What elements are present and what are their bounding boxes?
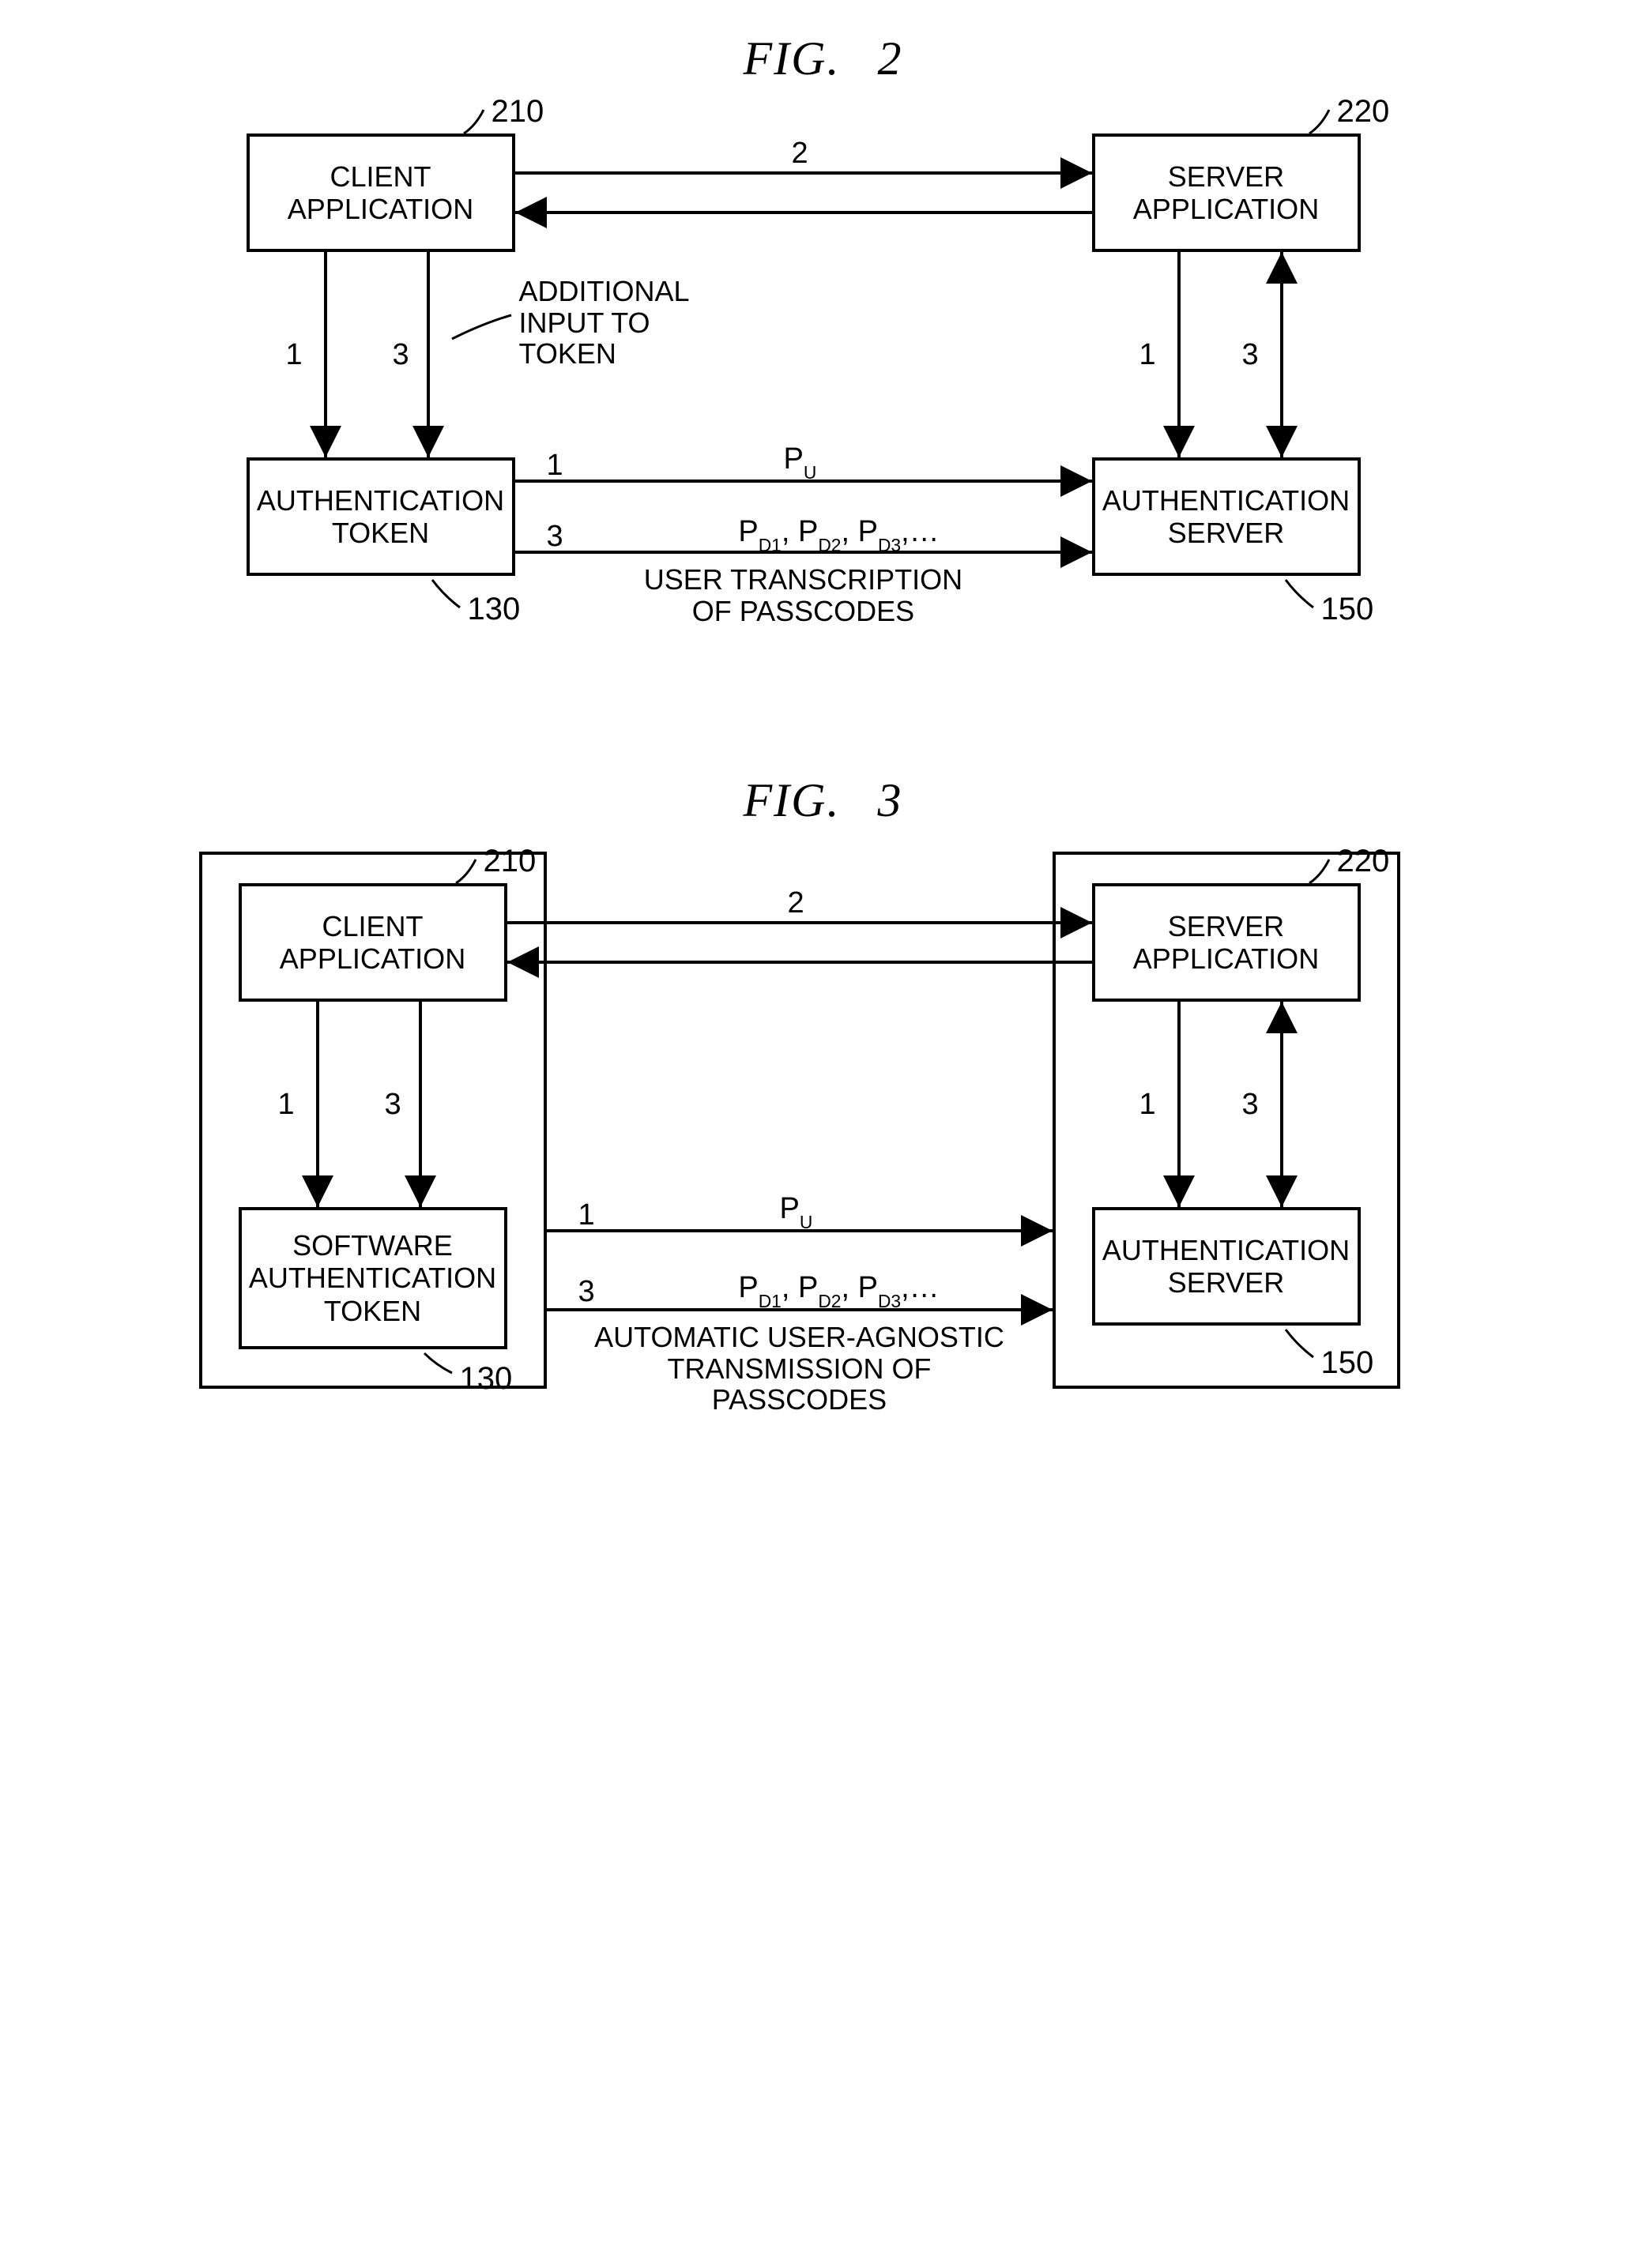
arrow-num-m1: 1	[578, 1199, 595, 1232]
arrow-num-l3: 3	[393, 339, 409, 372]
arrow-num-m1: 1	[547, 449, 563, 483]
arrow-num-m3: 3	[547, 521, 563, 554]
arrow-num-r3: 3	[1242, 1089, 1259, 1122]
pd-list-label: PD1, PD2, PD3,…	[681, 1272, 997, 1308]
figure-3-title: FIG. 3	[191, 773, 1456, 828]
pu-label: PU	[780, 1193, 813, 1229]
arrow-num-l3: 3	[385, 1089, 401, 1122]
pd-list-label: PD1, PD2, PD3,…	[681, 516, 997, 552]
figure-2-title: FIG. 2	[191, 32, 1456, 86]
additional-input-label: ADDITIONALINPUT TOTOKEN	[519, 276, 690, 370]
figure-3: FIG. 3 CLIENTAPPLICATION SERVERAPPLICATI…	[191, 773, 1456, 1428]
arrow-num-m3: 3	[578, 1276, 595, 1309]
arrow-num-r3: 3	[1242, 339, 1259, 372]
figure-3-diagram: CLIENTAPPLICATION SERVERAPPLICATION SOFT…	[191, 859, 1456, 1428]
figure-2: FIG. 2 CLIENTAPPLICATION SERVERAPPLICATI…	[191, 32, 1456, 655]
bottom-caption: AUTOMATIC USER-AGNOSTICTRANSMISSION OF P…	[578, 1322, 1021, 1416]
arrow-num-top: 2	[792, 137, 808, 171]
bottom-caption: USER TRANSCRIPTIONOF PASSCODES	[630, 564, 977, 626]
arrow-num-l1: 1	[278, 1089, 295, 1122]
figure-2-diagram: CLIENTAPPLICATION SERVERAPPLICATION AUTH…	[191, 118, 1456, 655]
arrow-num-r1: 1	[1139, 1089, 1156, 1122]
arrow-num-r1: 1	[1139, 339, 1156, 372]
arrow-num-l1: 1	[286, 339, 303, 372]
arrow-num-top: 2	[788, 887, 804, 920]
pu-label: PU	[784, 443, 817, 480]
